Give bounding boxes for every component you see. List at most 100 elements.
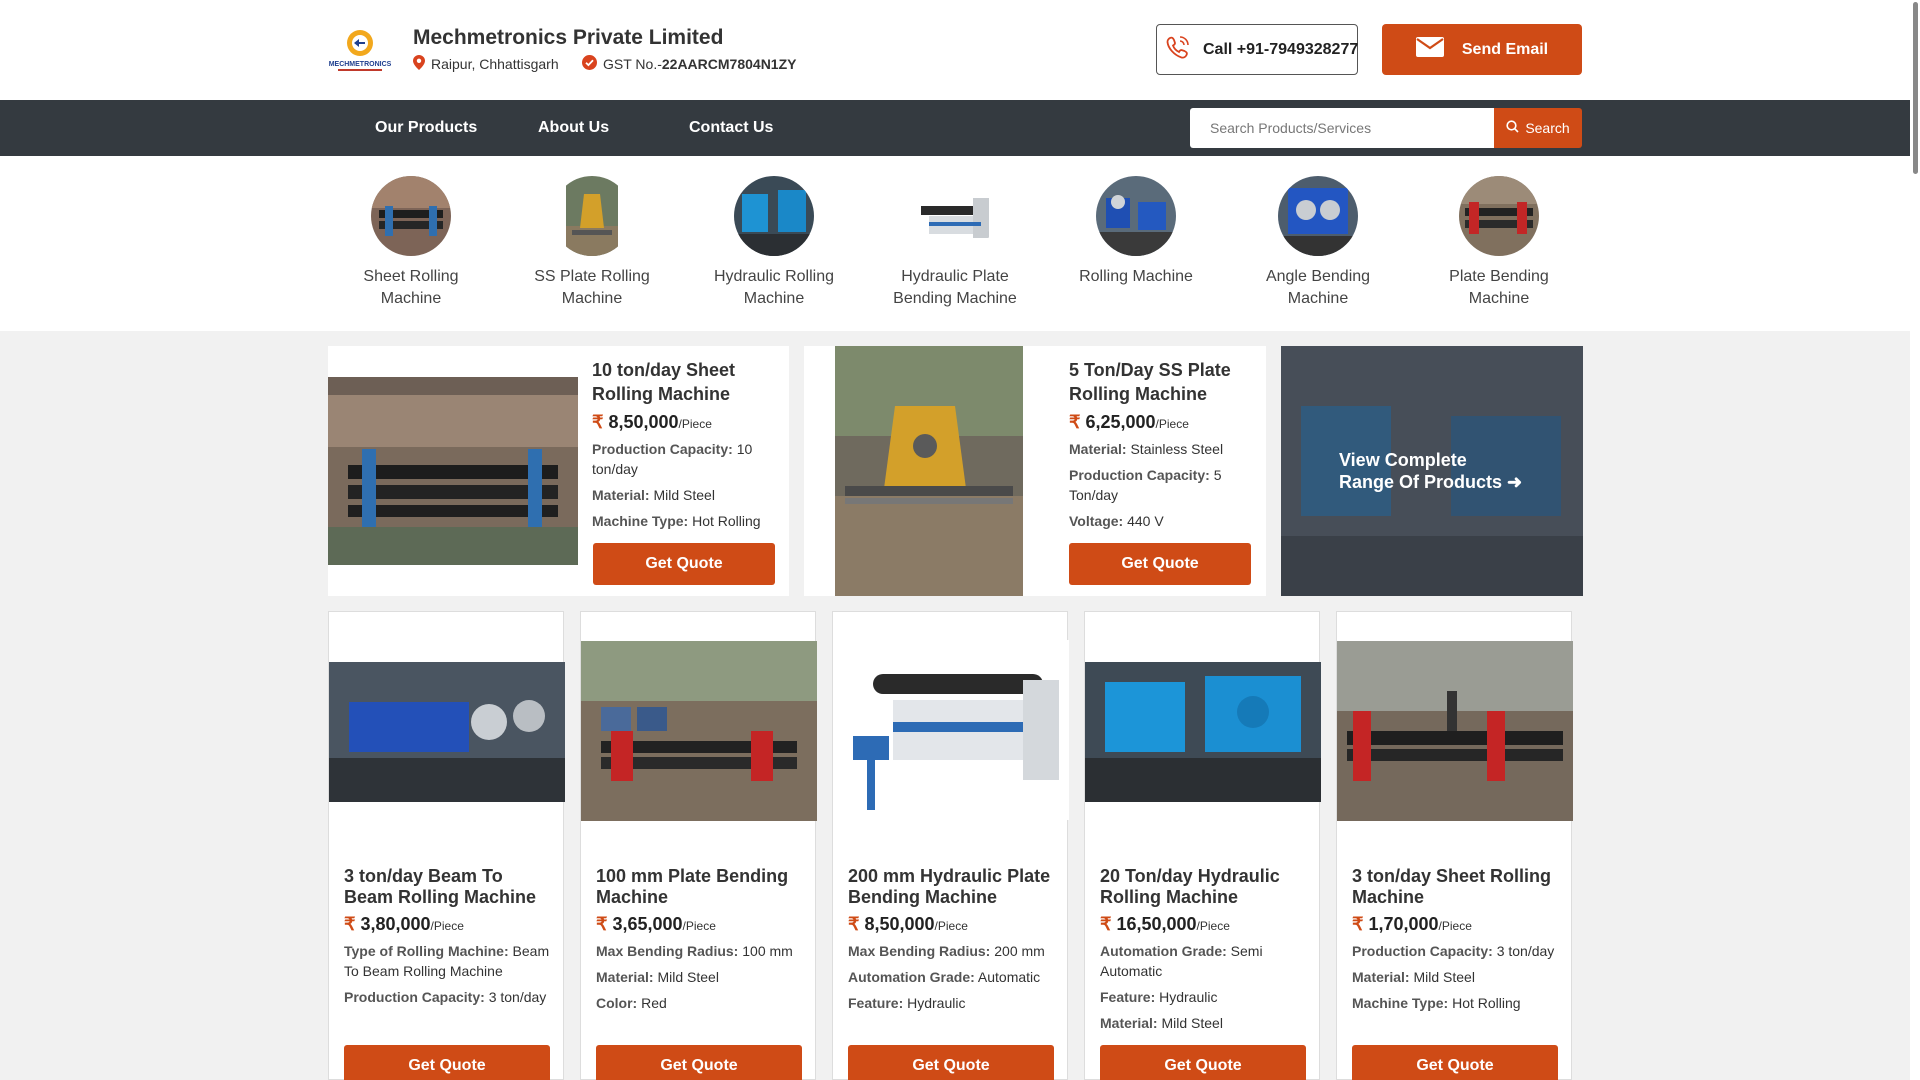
product-title[interactable]: 3 ton/day Sheet Rolling Machine — [1352, 866, 1558, 908]
location-pin-icon — [413, 55, 425, 73]
gst-value: 22AARCM7804N1ZY — [661, 56, 797, 72]
company-name[interactable]: Mechmetronics Private Limited — [413, 26, 723, 50]
rupee-icon: ₹ — [1352, 914, 1364, 934]
product-image[interactable] — [1085, 662, 1321, 802]
main-navbar: Our Products About Us Contact Us Search — [0, 100, 1910, 156]
product-price: ₹ 3,65,000/Piece — [596, 914, 716, 934]
rupee-icon: ₹ — [344, 914, 356, 934]
product-card: 200 mm Hydraulic Plate Bending Machine ₹… — [832, 611, 1069, 1080]
nav-about-us[interactable]: About Us — [538, 119, 609, 137]
view-complete-range-link[interactable]: View Complete Range Of Products ➜ — [1281, 346, 1583, 596]
send-email-button[interactable]: Send Email — [1382, 24, 1582, 75]
view-complete-range-text: View Complete Range Of Products ➜ — [1339, 450, 1523, 492]
product-info: 200 mm Hydraulic Plate Bending Machine ₹… — [848, 866, 1054, 1013]
product-price: ₹ 8,50,000/Piece — [848, 914, 968, 934]
category-image — [1096, 176, 1176, 256]
product-card: 20 Ton/day Hydraulic Rolling Machine ₹ 1… — [1084, 611, 1321, 1080]
product-spec: Feature: Hydraulic — [1100, 989, 1218, 1005]
category-ss-plate-rolling-machine[interactable]: SS Plate Rolling Machine — [517, 176, 667, 310]
product-spec: Material: Mild Steel — [592, 487, 715, 503]
category-hydraulic-plate-bending-machine[interactable]: Hydraulic Plate Bending Machine — [880, 176, 1030, 310]
category-label: Hydraulic Rolling Machine — [713, 268, 835, 307]
product-spec: Production Capacity: 3 ton/day — [1352, 943, 1555, 959]
category-image — [734, 176, 814, 256]
product-card: 3 ton/day Beam To Beam Rolling Machine ₹… — [328, 611, 565, 1080]
category-label: Angle Bending Machine — [1265, 268, 1371, 307]
product-spec: Automation Grade: Semi Automatic — [1100, 943, 1263, 979]
product-spec: Feature: Hydraulic — [848, 995, 966, 1011]
category-angle-bending-machine[interactable]: Angle Bending Machine — [1243, 176, 1393, 310]
location-text: Raipur, Chhattisgarh — [431, 56, 559, 72]
get-quote-button[interactable]: Get Quote — [1100, 1045, 1306, 1080]
product-card: 3 ton/day Sheet Rolling Machine ₹ 1,70,0… — [1336, 611, 1573, 1080]
get-quote-button[interactable]: Get Quote — [1069, 543, 1251, 585]
product-info: 3 ton/day Sheet Rolling Machine ₹ 1,70,0… — [1352, 866, 1558, 1013]
send-email-label: Send Email — [1461, 40, 1549, 58]
product-image[interactable] — [581, 641, 817, 821]
category-plate-bending-machine[interactable]: Plate Bending Machine — [1424, 176, 1574, 310]
category-image — [1459, 176, 1539, 256]
product-image[interactable] — [833, 640, 1069, 820]
product-spec: Material: Mild Steel — [596, 969, 719, 985]
product-image[interactable] — [1337, 641, 1573, 821]
product-title[interactable]: 3 ton/day Beam To Beam Rolling Machine — [344, 866, 550, 908]
nav-our-products[interactable]: Our Products — [375, 119, 477, 137]
rupee-icon: ₹ — [1100, 914, 1112, 934]
product-spec: Voltage: 440 V — [1069, 513, 1164, 529]
product-spec: Material: Mild Steel — [1352, 969, 1475, 985]
product-spec: Production Capacity: 10 ton/day — [592, 441, 753, 477]
category-hydraulic-rolling-machine[interactable]: Hydraulic Rolling Machine — [699, 176, 849, 310]
search-icon — [1506, 120, 1519, 136]
scrollbar-thumb[interactable] — [1913, 2, 1918, 174]
search-button[interactable]: Search — [1494, 108, 1582, 148]
gst-number: GST No.-22AARCM7804N1ZY — [582, 55, 796, 73]
category-image — [371, 176, 451, 256]
product-spec: Automation Grade: Automatic — [848, 969, 1041, 985]
get-quote-button[interactable]: Get Quote — [596, 1045, 802, 1080]
featured-product-card: 10 ton/day Sheet Rolling Machine ₹ 8,50,… — [328, 346, 789, 596]
search-input[interactable] — [1190, 108, 1494, 148]
call-button[interactable]: Call +91-7949328277 — [1156, 24, 1358, 75]
company-logo[interactable]: MECHMETRONICS — [328, 26, 392, 74]
search-button-label: Search — [1525, 120, 1570, 136]
product-spec: Color: Red — [596, 995, 667, 1011]
product-price: ₹ 16,50,000/Piece — [1100, 914, 1230, 934]
site-header: MECHMETRONICS Mechmetronics Private Limi… — [0, 0, 1910, 100]
category-sheet-rolling-machine[interactable]: Sheet Rolling Machine — [336, 176, 486, 310]
call-button-label: Call +91-7949328277 — [1203, 40, 1359, 58]
category-rolling-machine[interactable]: Rolling Machine — [1061, 176, 1211, 288]
product-price: ₹ 3,80,000/Piece — [344, 914, 464, 934]
rupee-icon: ₹ — [592, 412, 604, 432]
get-quote-button[interactable]: Get Quote — [344, 1045, 550, 1080]
verified-check-icon — [582, 55, 597, 73]
product-image[interactable] — [329, 662, 565, 802]
product-spec: Material: Mild Steel — [1100, 1015, 1223, 1031]
get-quote-button[interactable]: Get Quote — [593, 543, 775, 585]
gst-label: GST No.- — [603, 56, 662, 72]
product-title[interactable]: 10 ton/day Sheet Rolling Machine — [592, 358, 774, 406]
product-price: ₹ 8,50,000/Piece — [592, 412, 712, 432]
product-spec: Machine Type: Hot Rolling — [1352, 995, 1521, 1011]
product-image[interactable] — [835, 346, 1023, 596]
product-spec: Machine Type: Hot Rolling — [592, 513, 761, 529]
product-title[interactable]: 20 Ton/day Hydraulic Rolling Machine — [1100, 866, 1306, 908]
nav-contact-us[interactable]: Contact Us — [689, 119, 773, 137]
get-quote-button[interactable]: Get Quote — [848, 1045, 1054, 1080]
product-spec: Max Bending Radius: 100 mm — [596, 943, 793, 959]
rupee-icon: ₹ — [1069, 412, 1081, 432]
rupee-icon: ₹ — [596, 914, 608, 934]
phone-icon — [1163, 32, 1193, 67]
product-price: ₹ 1,70,000/Piece — [1352, 914, 1472, 934]
product-title[interactable]: 5 Ton/Day SS Plate Rolling Machine — [1069, 358, 1251, 406]
product-price: ₹ 6,25,000/Piece — [1069, 412, 1189, 432]
get-quote-button[interactable]: Get Quote — [1352, 1045, 1558, 1080]
featured-product-card: 5 Ton/Day SS Plate Rolling Machine ₹ 6,2… — [804, 346, 1266, 596]
product-title[interactable]: 200 mm Hydraulic Plate Bending Machine — [848, 866, 1054, 908]
category-image — [1278, 176, 1358, 256]
product-info: 5 Ton/Day SS Plate Rolling Machine ₹ 6,2… — [1069, 358, 1251, 531]
page-scrollbar[interactable] — [1910, 0, 1920, 1080]
product-card: 100 mm Plate Bending Machine ₹ 3,65,000/… — [580, 611, 817, 1080]
product-title[interactable]: 100 mm Plate Bending Machine — [596, 866, 802, 908]
product-image[interactable] — [328, 377, 578, 565]
category-strip: Sheet Rolling Machine SS Plate Rolling M… — [0, 156, 1910, 331]
